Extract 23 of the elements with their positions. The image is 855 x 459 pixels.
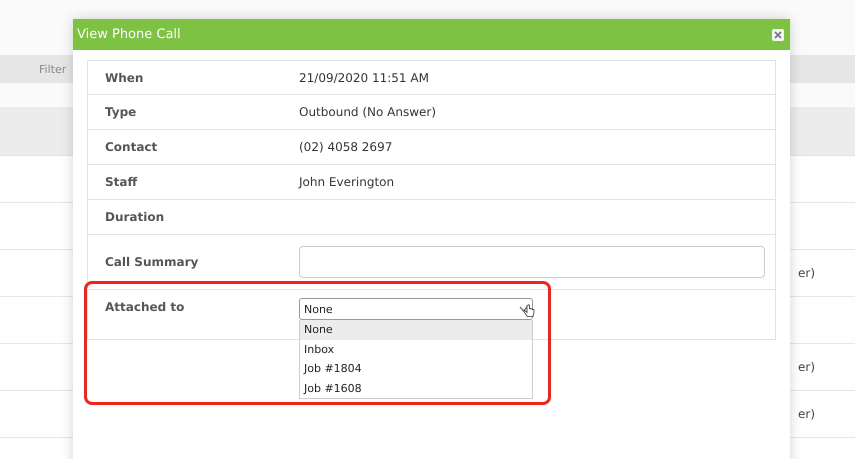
field-label: Type bbox=[104, 105, 138, 119]
dropdown-option[interactable]: None bbox=[300, 320, 532, 340]
field-value: John Everington bbox=[299, 175, 394, 189]
dialog-title: View Phone Call bbox=[77, 27, 181, 42]
field-label: Call Summary bbox=[104, 255, 200, 269]
chevron-icon bbox=[519, 306, 528, 312]
field-label: Staff bbox=[104, 175, 138, 189]
field-label: Duration bbox=[104, 210, 166, 224]
field-value: (02) 4058 2697 bbox=[299, 140, 392, 154]
table-cell: er) bbox=[798, 407, 815, 421]
table-cell: er) bbox=[798, 360, 815, 374]
table-cell: er) bbox=[798, 266, 815, 280]
field-value: Outbound (No Answer) bbox=[299, 105, 436, 119]
close-button[interactable] bbox=[772, 28, 784, 40]
field-label: When bbox=[104, 70, 144, 84]
select-field[interactable]: None bbox=[299, 298, 533, 320]
close-icon bbox=[774, 30, 782, 38]
field-label: Attached to bbox=[104, 300, 186, 314]
field-label: Contact bbox=[104, 140, 158, 154]
input-field[interactable] bbox=[299, 246, 765, 278]
field-value: 21/09/2020 11:51 AM bbox=[299, 70, 429, 84]
hand-cursor-icon bbox=[523, 304, 535, 318]
filter-label: Filter bbox=[39, 62, 66, 76]
